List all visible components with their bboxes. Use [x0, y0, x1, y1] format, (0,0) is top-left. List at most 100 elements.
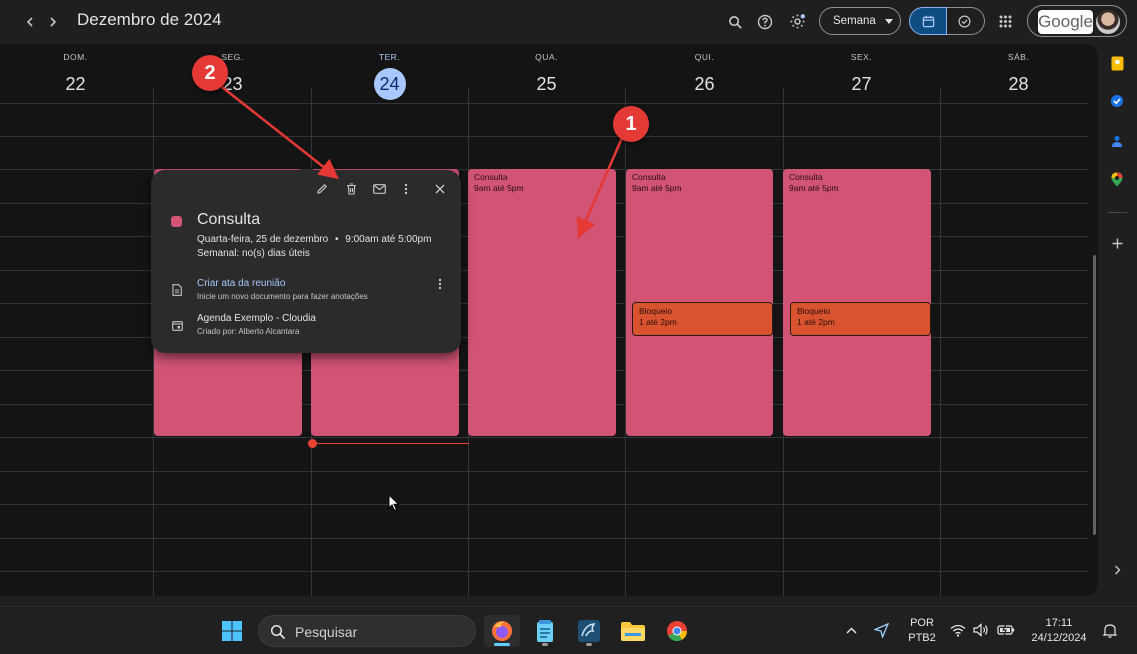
plus-icon — [1112, 238, 1122, 248]
battery-charging-icon — [997, 624, 1015, 636]
calendar-icon — [922, 15, 935, 28]
hour-line — [0, 437, 1088, 438]
hour-line — [0, 103, 1088, 104]
pencil-icon — [317, 183, 328, 194]
chevron-up-icon — [846, 627, 856, 633]
apps-button[interactable] — [995, 11, 1015, 31]
language-code: POR — [910, 617, 934, 629]
delete-event-button[interactable] — [341, 179, 361, 199]
event-time: 1 até 2pm — [797, 317, 835, 327]
day-header-wed[interactable]: QUA. 25 — [468, 44, 625, 104]
popover-calendar-name: Agenda Exemplo - Cloudia — [197, 313, 316, 324]
trash-icon — [346, 183, 356, 195]
search-button[interactable] — [724, 11, 746, 33]
folder-icon — [621, 622, 645, 641]
day-number[interactable]: 22 — [60, 68, 92, 100]
expand-panel-button[interactable] — [1108, 561, 1126, 579]
volume-tray-button[interactable] — [972, 621, 990, 639]
battery-tray-button[interactable] — [997, 621, 1015, 639]
notepad-taskbar-button[interactable] — [529, 615, 561, 647]
mail-icon — [372, 184, 386, 194]
keyboard-layout: PTB2 — [908, 632, 936, 644]
day-number[interactable]: 27 — [846, 68, 878, 100]
event-title: Consulta — [474, 172, 508, 182]
clock-time: 17:11 — [1045, 617, 1073, 629]
mysql-workbench-taskbar-button[interactable] — [573, 615, 605, 647]
edit-event-button[interactable] — [312, 179, 332, 199]
day-number-today[interactable]: 24 — [373, 68, 406, 100]
annotation-badge-1: 1 — [613, 106, 649, 142]
next-week-button[interactable] — [43, 12, 63, 32]
hour-line — [0, 571, 1088, 572]
day-number[interactable]: 28 — [1003, 68, 1035, 100]
notepad-icon — [537, 620, 553, 642]
day-header-sun[interactable]: DOM. 22 — [0, 44, 154, 104]
day-header-fri[interactable]: SEX. 27 — [783, 44, 940, 104]
firefox-icon — [492, 621, 512, 641]
event-time: 1 até 2pm — [639, 317, 677, 327]
event-title: Consulta — [632, 172, 666, 182]
event-title: Bloqueio — [797, 306, 831, 316]
current-time-line — [312, 443, 469, 444]
scrollbar[interactable] — [1093, 255, 1096, 535]
file-explorer-taskbar-button[interactable] — [617, 615, 649, 647]
add-addon-button[interactable] — [1108, 234, 1126, 252]
close-popover-button[interactable] — [430, 179, 450, 199]
email-guests-button[interactable] — [369, 179, 389, 199]
start-button[interactable] — [216, 615, 248, 647]
day-number[interactable]: 26 — [689, 68, 721, 100]
view-selector[interactable]: Semana — [819, 7, 901, 35]
settings-button[interactable] — [786, 10, 808, 32]
account-button[interactable]: Google — [1027, 5, 1127, 37]
chevron-right-icon — [1114, 565, 1120, 575]
tasks-icon — [1111, 95, 1123, 107]
speaker-icon — [973, 623, 988, 637]
help-icon — [757, 14, 773, 30]
keep-button[interactable] — [1108, 54, 1126, 72]
check-circle-icon — [958, 15, 971, 28]
notifications-button[interactable] — [1101, 621, 1119, 639]
day-divider — [940, 88, 941, 596]
popover-event-datetime: Quarta-feira, 25 de dezembro • 9:00am at… — [197, 234, 431, 245]
day-of-week: SEX. — [850, 52, 873, 62]
help-button[interactable] — [754, 11, 776, 33]
more-options-button[interactable] — [396, 179, 416, 199]
clock[interactable]: 17:11 24/12/2024 — [1025, 616, 1093, 646]
maps-button[interactable] — [1108, 170, 1126, 188]
more-vert-icon — [438, 278, 442, 290]
day-header-tue[interactable]: TER. 24 — [311, 44, 468, 104]
calendar-view-toggle[interactable] — [909, 7, 947, 35]
prev-week-button[interactable] — [20, 12, 40, 32]
create-meeting-notes-link[interactable]: Criar ata da reunião — [197, 278, 285, 289]
day-number[interactable]: 25 — [531, 68, 563, 100]
day-header-sat[interactable]: SÁB. 28 — [940, 44, 1097, 104]
dolphin-app-icon — [578, 620, 600, 642]
calendar-small-icon — [167, 315, 187, 335]
event-bloqueio-thu[interactable]: Bloqueio 1 até 2pm — [632, 302, 773, 336]
event-title: Consulta — [789, 172, 823, 182]
popover-recurrence: Semanal: no(s) dias úteis — [197, 248, 310, 259]
event-bloqueio-fri[interactable]: Bloqueio 1 até 2pm — [790, 302, 931, 336]
tasks-view-toggle[interactable] — [947, 7, 985, 35]
input-language-indicator[interactable]: POR PTB2 — [903, 616, 941, 646]
firefox-taskbar-button[interactable] — [484, 615, 520, 647]
popover-event-time: 9:00am até 5:00pm — [345, 234, 432, 245]
side-panel — [1098, 44, 1137, 596]
notes-more-button[interactable] — [430, 274, 450, 294]
contacts-button[interactable] — [1108, 132, 1126, 150]
chrome-taskbar-button[interactable] — [661, 615, 693, 647]
clock-date: 24/12/2024 — [1031, 632, 1087, 644]
running-indicator — [542, 643, 548, 646]
wifi-tray-button[interactable] — [949, 621, 967, 639]
day-header-thu[interactable]: QUI. 26 — [626, 44, 783, 104]
tasks-button[interactable] — [1108, 92, 1126, 110]
taskbar-search[interactable]: Pesquisar — [258, 615, 476, 647]
active-indicator — [494, 643, 510, 646]
hour-line — [0, 471, 1088, 472]
event-consulta-wed[interactable]: Consulta 9am até 5pm — [468, 169, 616, 436]
show-hidden-icons-button[interactable] — [842, 621, 860, 639]
event-color-swatch — [171, 216, 182, 227]
location-tray-button[interactable] — [872, 621, 890, 639]
day-header-mon[interactable]: SEG. 23 — [154, 44, 311, 104]
event-time: 9am até 5pm — [474, 183, 524, 193]
